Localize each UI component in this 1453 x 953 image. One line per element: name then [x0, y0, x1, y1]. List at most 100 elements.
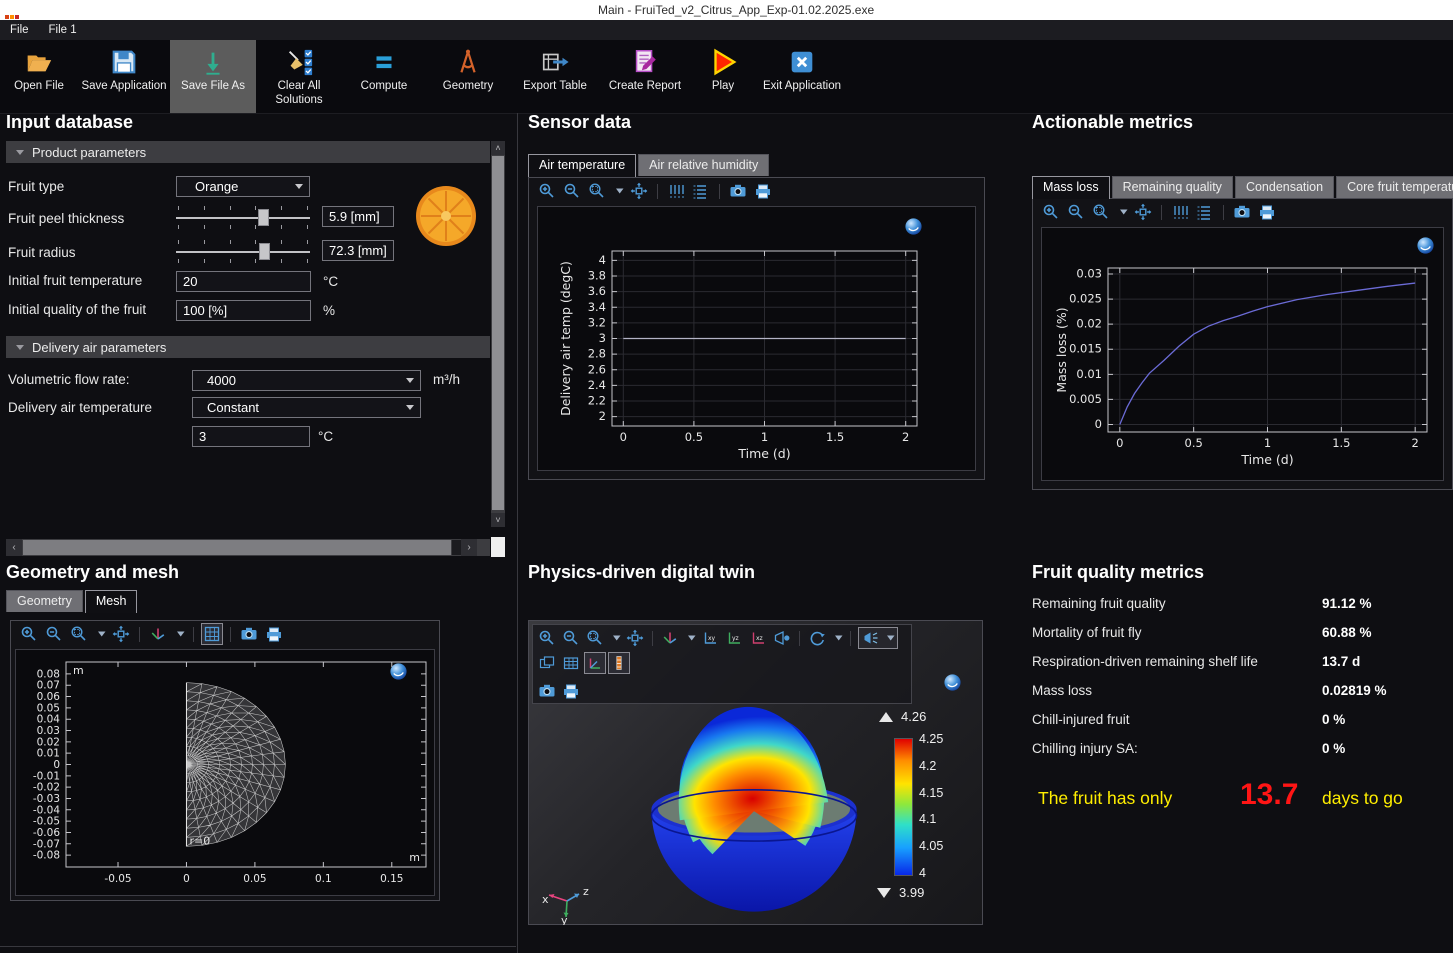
scroll-left-icon[interactable]: ‹ [6, 539, 22, 556]
chevron-down-icon[interactable] [173, 624, 185, 644]
zoom-in-icon[interactable] [19, 624, 39, 644]
print-icon[interactable] [264, 624, 284, 644]
scroll-right-icon[interactable]: › [461, 539, 477, 556]
svg-text:3.8: 3.8 [588, 269, 606, 283]
orange-fruit-image [414, 184, 478, 248]
zoom-extents-icon[interactable] [1133, 202, 1153, 222]
tab-air-relative-humidity[interactable]: Air relative humidity [638, 154, 769, 176]
slider-handle[interactable] [258, 209, 269, 226]
slider-handle[interactable] [259, 243, 270, 260]
zoom-out-icon[interactable] [1066, 202, 1086, 222]
chevron-down-icon[interactable] [94, 624, 106, 644]
save-application-button[interactable]: Save Application [78, 40, 170, 113]
open-file-button[interactable]: Open File [0, 40, 78, 113]
scroll-up-icon[interactable]: ˄ [491, 141, 505, 155]
tab-mass-loss[interactable]: Mass loss [1032, 176, 1110, 199]
x-axis-grid-icon[interactable] [1170, 202, 1190, 222]
exit-application-button[interactable]: Exit Application [756, 40, 848, 113]
zoom-in-icon[interactable] [1041, 202, 1061, 222]
zoom-out-icon[interactable] [44, 624, 64, 644]
export-table-icon [540, 47, 570, 77]
snapshot-camera-icon[interactable] [537, 681, 557, 701]
tab-air-temperature[interactable]: Air temperature [528, 154, 636, 177]
zoom-extents-icon[interactable] [111, 624, 131, 644]
zoom-extents-icon[interactable] [625, 628, 645, 648]
zoom-in-icon[interactable] [537, 181, 557, 201]
mesh-plot-canvas[interactable]: -0.0500.050.10.150.080.070.060.050.040.0… [15, 649, 435, 896]
fruit-radius-value[interactable]: 72.3 [mm] [322, 240, 394, 261]
mass-loss-plot-canvas[interactable]: 00.511.5200.0050.010.0150.020.0250.03Tim… [1041, 227, 1444, 481]
print-icon[interactable] [561, 681, 581, 701]
export-table-button[interactable]: Export Table [510, 40, 600, 113]
scene-light-icon[interactable] [861, 628, 881, 648]
horizontal-scrollbar[interactable]: ‹ › [6, 539, 490, 556]
snapshot-camera-icon[interactable] [728, 181, 748, 201]
zoom-extents-icon[interactable] [629, 181, 649, 201]
metric-value: 0 % [1322, 741, 1345, 756]
axis-orientation-icon[interactable] [660, 628, 680, 648]
axis-orientation-icon[interactable] [148, 624, 168, 644]
geometry-button[interactable]: Geometry [426, 40, 510, 113]
delivery-air-parameters-header[interactable]: Delivery air parameters [6, 336, 490, 358]
zoom-box-icon[interactable] [69, 624, 89, 644]
tab-condensation[interactable]: Condensation [1235, 176, 1334, 198]
x-axis-grid-icon[interactable] [666, 181, 686, 201]
y-axis-grid-icon[interactable] [691, 181, 711, 201]
zoom-out-icon[interactable] [562, 181, 582, 201]
clear-all-solutions-button[interactable]: Clear All Solutions [256, 40, 342, 113]
horizontal-scroll-thumb[interactable] [23, 540, 451, 555]
compute-button[interactable]: Compute [342, 40, 426, 113]
chevron-down-icon[interactable] [609, 628, 621, 648]
vertical-scroll-thumb[interactable] [492, 156, 504, 510]
print-icon[interactable] [1257, 202, 1277, 222]
snapshot-camera-icon[interactable] [1232, 202, 1252, 222]
fruit-type-select[interactable]: Orange [176, 176, 310, 197]
view-xz-plane-icon[interactable] [748, 628, 768, 648]
environment-scene-icon[interactable] [537, 653, 557, 673]
show-grid-icon[interactable] [202, 624, 222, 644]
zoom-box-icon[interactable] [1091, 202, 1111, 222]
sensor-plot-canvas[interactable]: 00.511.5222.22.42.62.833.23.43.63.84Time… [537, 206, 976, 471]
chevron-down-icon[interactable] [684, 628, 696, 648]
vertical-scrollbar[interactable]: ˄ ˅ [491, 141, 505, 527]
zoom-out-icon[interactable] [561, 628, 581, 648]
show-color-legend-icon[interactable] [609, 653, 629, 673]
chevron-down-icon[interactable] [831, 628, 843, 648]
perspective-view-icon[interactable] [772, 628, 792, 648]
fruit-radius-slider[interactable] [176, 240, 310, 264]
tab-mesh[interactable]: Mesh [85, 590, 138, 613]
view-yz-plane-icon[interactable] [724, 628, 744, 648]
menu-file-1[interactable]: File 1 [39, 20, 87, 40]
zoom-box-icon[interactable] [587, 181, 607, 201]
save-file-as-button[interactable]: Save File As [170, 40, 256, 113]
zoom-box-icon[interactable] [585, 628, 605, 648]
print-icon[interactable] [753, 181, 773, 201]
initial-quality-input[interactable] [176, 300, 311, 321]
chevron-down-icon[interactable] [612, 181, 624, 201]
fruit-type-label: Fruit type [8, 179, 64, 194]
tab-remaining-quality[interactable]: Remaining quality [1112, 176, 1233, 198]
zoom-in-icon[interactable] [537, 628, 557, 648]
play-button[interactable]: Play [690, 40, 756, 113]
rotate-view-icon[interactable] [807, 628, 827, 648]
y-axis-grid-icon[interactable] [1195, 202, 1215, 222]
show-axis-icon[interactable] [585, 653, 605, 673]
snapshot-camera-icon[interactable] [239, 624, 259, 644]
fruit-peel-thickness-value[interactable]: 5.9 [mm] [322, 206, 394, 227]
digital-twin-panel[interactable]: 4.26 4.254.24.154.14.054 3.99 x y z [528, 620, 983, 925]
create-report-button[interactable]: Create Report [600, 40, 690, 113]
tab-geometry[interactable]: Geometry [6, 590, 83, 612]
chevron-down-icon[interactable] [883, 628, 895, 648]
view-xy-plane-icon[interactable] [700, 628, 720, 648]
volumetric-flow-rate-select[interactable]: 4000 [192, 370, 421, 391]
menu-file[interactable]: File [0, 20, 39, 40]
delivery-air-temperature-select[interactable]: Constant [192, 397, 421, 418]
fruit-peel-thickness-slider[interactable] [176, 206, 310, 230]
tab-core-fruit-temperature[interactable]: Core fruit temperature [1336, 176, 1453, 198]
initial-fruit-temperature-input[interactable] [176, 271, 311, 292]
product-parameters-header[interactable]: Product parameters [6, 141, 490, 163]
chevron-down-icon[interactable] [1116, 202, 1128, 222]
scroll-down-icon[interactable]: ˅ [491, 513, 505, 527]
show-grid-icon[interactable] [561, 653, 581, 673]
delivery-air-temperature-value-input[interactable] [192, 426, 310, 447]
